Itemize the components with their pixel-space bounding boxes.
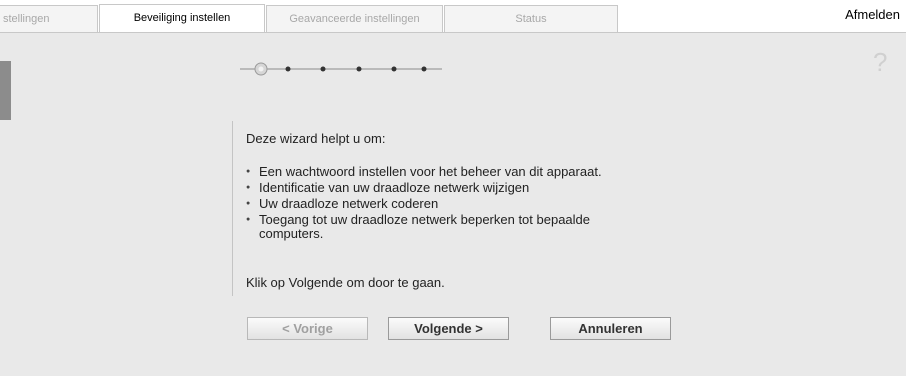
list-item: Toegang tot uw draadloze netwerk beperke…	[246, 213, 602, 241]
help-question-icon[interactable]: ?	[873, 47, 887, 78]
wizard-continue-text: Klik op Volgende om door te gaan.	[246, 275, 445, 290]
list-item: Een wachtwoord instellen voor het beheer…	[246, 165, 602, 180]
step-marker	[421, 66, 427, 72]
next-button[interactable]: Volgende >	[388, 317, 509, 340]
step-marker	[356, 66, 362, 72]
wizard-content: Deze wizard helpt u om: Een wachtwoord i…	[232, 121, 713, 296]
tab-bar: stellingen Beveiliging instellen Geavanc…	[0, 0, 906, 33]
previous-button[interactable]: < Vorige	[247, 317, 368, 340]
bottom-strip	[0, 376, 906, 381]
step-marker	[320, 66, 326, 72]
logout-link[interactable]: Afmelden	[845, 7, 900, 22]
wizard-task-list: Een wachtwoord instellen voor het beheer…	[246, 165, 602, 243]
wizard-intro-text: Deze wizard helpt u om:	[246, 131, 386, 146]
list-item: Identificatie van uw draadloze netwerk w…	[246, 181, 602, 196]
tab-status[interactable]: Status	[444, 5, 618, 32]
tab-security-setup[interactable]: Beveiliging instellen	[99, 4, 265, 33]
tab-settings[interactable]: stellingen	[0, 5, 98, 32]
step-current-inner	[258, 66, 264, 72]
step-marker	[391, 66, 397, 72]
wizard-panel: ? Deze wizard helpt u om: Een wachtwoord…	[0, 32, 906, 376]
side-marker	[0, 61, 11, 120]
wizard-progress-steps	[240, 62, 442, 76]
cancel-button[interactable]: Annuleren	[550, 317, 671, 340]
step-marker	[285, 66, 291, 72]
list-item: Uw draadloze netwerk coderen	[246, 197, 602, 212]
tab-advanced-settings[interactable]: Geavanceerde instellingen	[266, 5, 443, 32]
